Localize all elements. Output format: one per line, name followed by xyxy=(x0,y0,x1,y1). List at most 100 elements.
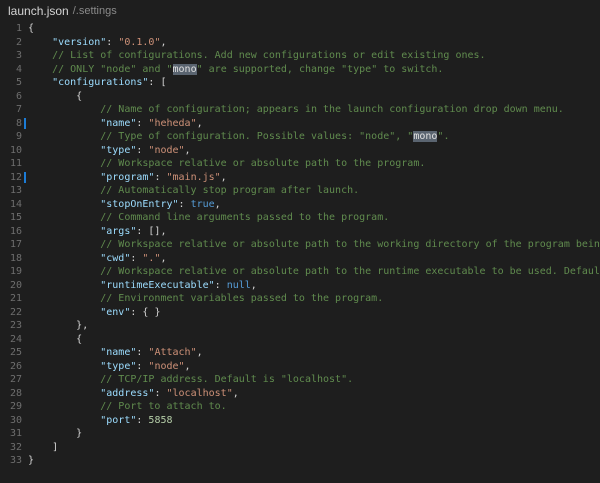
token-kw: true xyxy=(190,198,215,210)
token-str: "node" xyxy=(148,360,185,372)
code-editor[interactable]: 1{2 "version": "0.1.0", 3 // List of conf… xyxy=(0,22,600,483)
line-number: 6 xyxy=(15,90,22,102)
code-line[interactable]: 23 }, xyxy=(0,319,600,333)
code-line[interactable]: 4 // ONLY "node" and "mono" are supporte… xyxy=(0,63,600,77)
code-line[interactable]: 12 "program": "main.js", xyxy=(0,171,600,185)
code-text: // Workspace relative or absolute path t… xyxy=(28,157,425,171)
gutter-marker xyxy=(22,117,28,131)
code-line[interactable]: 18 "cwd": ".", xyxy=(0,252,600,266)
gutter-marker xyxy=(22,63,28,77)
code-line[interactable]: 21 // Environment variables passed to th… xyxy=(0,292,600,306)
gutter-marker xyxy=(22,252,28,266)
code-text: { xyxy=(28,90,82,104)
code-line[interactable]: 25 "name": "Attach", xyxy=(0,346,600,360)
line-number: 24 xyxy=(9,333,22,345)
code-line[interactable]: 32 ] xyxy=(0,441,600,455)
code-line[interactable]: 22 "env": { } xyxy=(0,306,600,320)
gutter-marker xyxy=(22,22,28,36)
line-number: 30 xyxy=(9,414,22,426)
line-number: 19 xyxy=(9,266,22,277)
token-punc: , xyxy=(220,171,227,183)
token-str: "." xyxy=(142,252,161,264)
line-number: 20 xyxy=(9,279,22,291)
line-number: 4 xyxy=(15,63,22,75)
token-punc: , xyxy=(160,252,167,264)
gutter-marker xyxy=(22,454,28,468)
line-number: 28 xyxy=(9,387,22,399)
code-line[interactable]: 24 { xyxy=(0,333,600,347)
token-str: "Attach" xyxy=(148,347,197,358)
token-punc: : xyxy=(136,347,149,358)
code-text: "args": [], xyxy=(28,225,166,239)
token-punc: , xyxy=(214,198,221,210)
code-line[interactable]: 30 "port": 5858 xyxy=(0,414,600,428)
token-key: "runtimeExecutable" xyxy=(100,279,215,291)
token-punc: , xyxy=(196,347,203,358)
gutter-marker xyxy=(22,76,28,90)
code-text: // Name of configuration; appears in the… xyxy=(28,103,564,117)
code-line[interactable]: 17 // Workspace relative or absolute pat… xyxy=(0,238,600,252)
code-line[interactable]: 7 // Name of configuration; appears in t… xyxy=(0,103,600,117)
code-line[interactable]: 26 "type": "node", xyxy=(0,360,600,374)
code-line[interactable]: 27 // TCP/IP address. Default is "localh… xyxy=(0,373,600,387)
gutter-marker xyxy=(22,306,28,320)
code-text: // TCP/IP address. Default is "localhost… xyxy=(28,373,353,387)
line-number: 7 xyxy=(15,104,22,115)
code-line[interactable]: 10 "type": "node", xyxy=(0,144,600,158)
code-line[interactable]: 31 } xyxy=(0,427,600,441)
line-number: 2 xyxy=(15,36,22,48)
line-number: 12 xyxy=(9,171,22,183)
code-line[interactable]: 11 // Workspace relative or absolute pat… xyxy=(0,157,600,171)
token-hl: mono xyxy=(413,131,438,142)
token-key: "configurations" xyxy=(52,77,149,88)
code-line[interactable]: 15 // Command line arguments passed to t… xyxy=(0,211,600,225)
code-line[interactable]: 2 "version": "0.1.0", xyxy=(0,36,600,50)
code-line[interactable]: 28 "address": "localhost", xyxy=(0,387,600,401)
token-com: // Command line arguments passed to the … xyxy=(100,212,390,223)
code-text: "address": "localhost", xyxy=(28,387,239,401)
gutter-marker xyxy=(22,90,28,104)
gutter-marker xyxy=(22,225,28,239)
token-key: "cwd" xyxy=(100,252,131,264)
line-number: 23 xyxy=(9,320,22,331)
gutter-marker xyxy=(22,279,28,293)
code-text: // Automatically stop program after laun… xyxy=(28,184,359,198)
gutter-marker xyxy=(22,292,28,306)
code-text: "env": { } xyxy=(28,306,160,320)
token-punc: , xyxy=(232,387,239,399)
code-line[interactable]: 8 "name": "heheda", xyxy=(0,117,600,131)
code-text: "type": "node", xyxy=(28,360,190,374)
token-punc: : xyxy=(154,387,167,399)
code-line[interactable]: 3 // List of configurations. Add new con… xyxy=(0,49,600,63)
code-line[interactable]: 29 // Port to attach to. xyxy=(0,400,600,414)
code-text: "port": 5858 xyxy=(28,414,173,428)
code-line[interactable]: 33} xyxy=(0,454,600,468)
file-path: /.settings xyxy=(72,5,117,17)
code-line[interactable]: 20 "runtimeExecutable": null, xyxy=(0,279,600,293)
code-line[interactable]: 9 // Type of configuration. Possible val… xyxy=(0,130,600,144)
token-com: ". xyxy=(437,131,450,142)
code-line[interactable]: 14 "stopOnEntry": true, xyxy=(0,198,600,212)
file-name-tab[interactable]: launch.json xyxy=(8,4,69,18)
token-key: "program" xyxy=(100,171,155,183)
token-num: 5858 xyxy=(148,414,173,426)
code-line[interactable]: 5 "configurations": [ xyxy=(0,76,600,90)
token-punc: : xyxy=(136,144,149,156)
code-line[interactable]: 1{ xyxy=(0,22,600,36)
token-com: // TCP/IP address. Default is "localhost… xyxy=(100,374,354,385)
code-line[interactable]: 19 // Workspace relative or absolute pat… xyxy=(0,265,600,279)
code-line[interactable]: 13 // Automatically stop program after l… xyxy=(0,184,600,198)
code-line[interactable]: 6 { xyxy=(0,90,600,104)
token-punc: : xyxy=(136,360,149,372)
code-text: "version": "0.1.0", xyxy=(28,36,166,50)
code-text: { xyxy=(28,22,34,36)
code-line[interactable]: 16 "args": [], xyxy=(0,225,600,239)
